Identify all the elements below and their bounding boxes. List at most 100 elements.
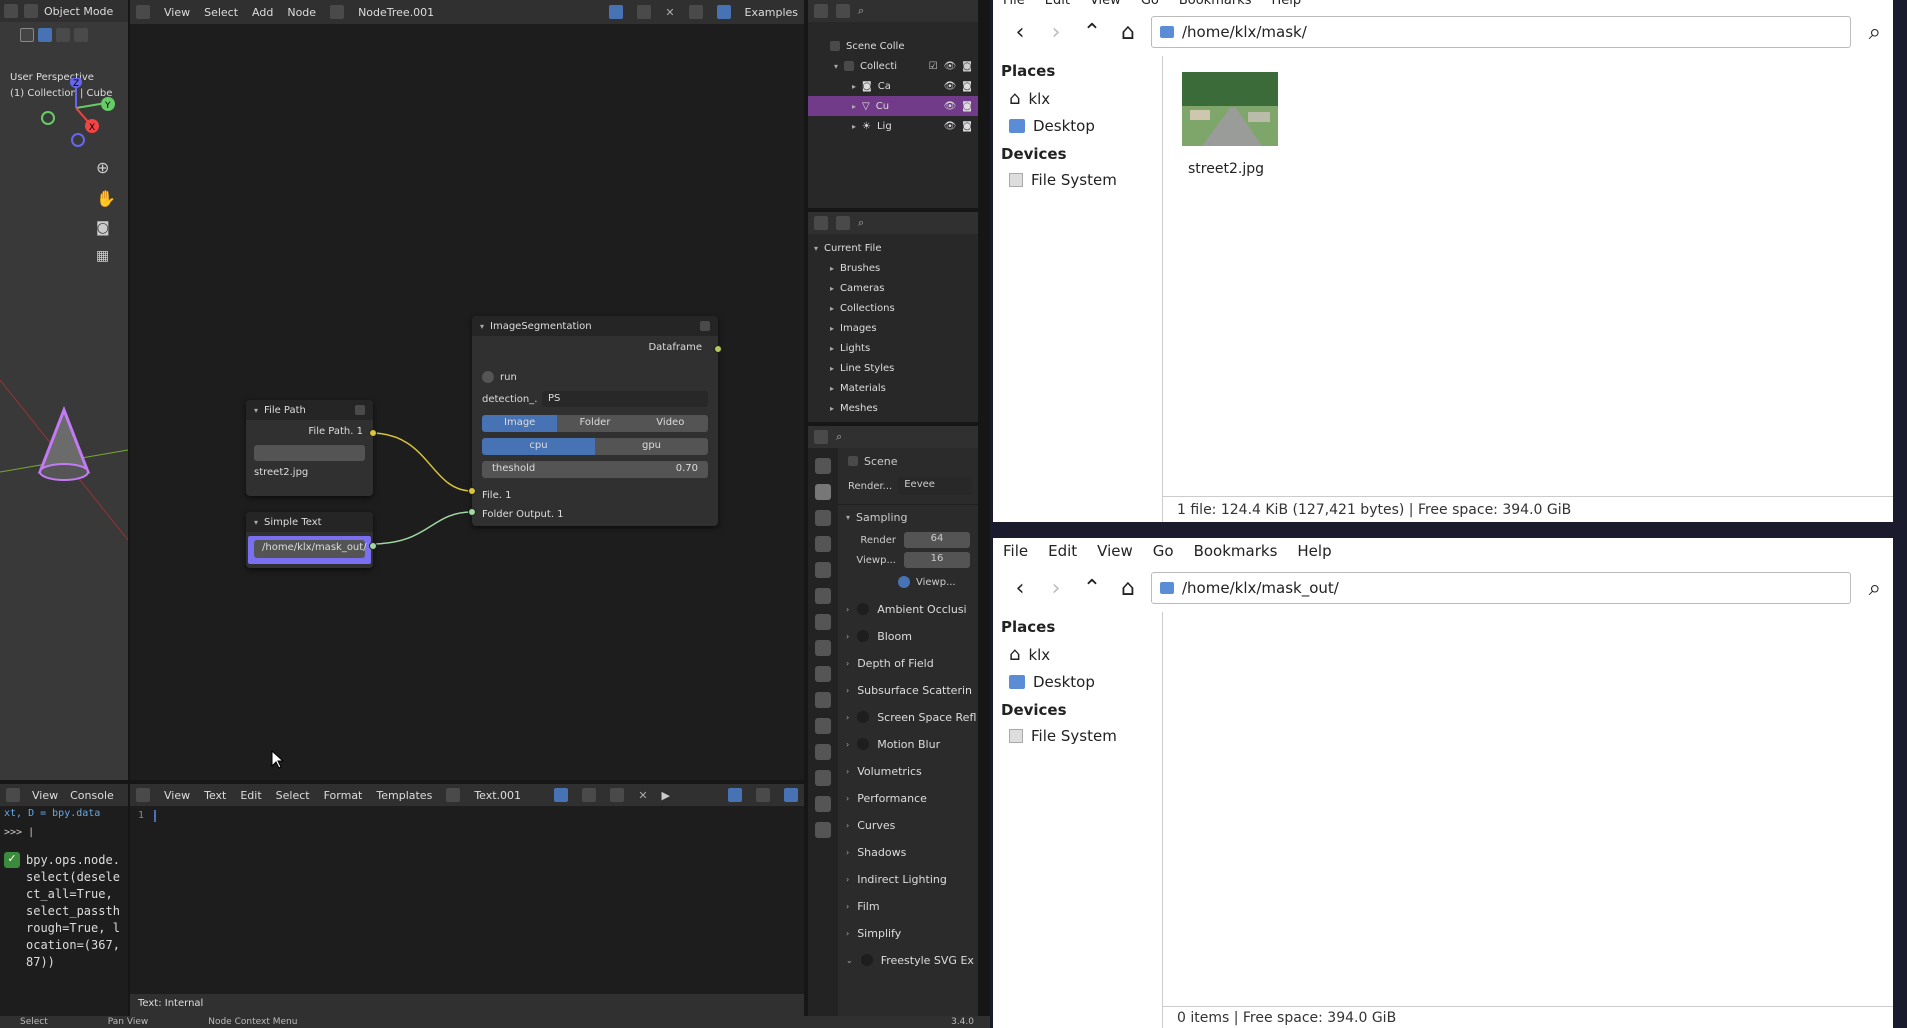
file-item-street2[interactable]: street2.jpg	[1171, 72, 1281, 177]
place-home[interactable]: ⌂ klx	[993, 84, 1162, 113]
camera-icon[interactable]: ◙	[962, 61, 972, 72]
text-editor-type-icon[interactable]	[136, 788, 150, 802]
place-desktop[interactable]: Desktop	[993, 113, 1162, 139]
tool-icon[interactable]	[20, 28, 34, 42]
menu-file[interactable]: File	[1003, 0, 1025, 8]
open-folder-icon[interactable]	[610, 788, 625, 802]
text-line[interactable]: 1	[130, 806, 804, 826]
render-tab-icon[interactable]	[815, 484, 831, 500]
place-desktop[interactable]: Desktop	[993, 669, 1162, 695]
text-datablock-icon[interactable]	[446, 788, 461, 802]
render-samples-field[interactable]: 64	[904, 532, 970, 548]
simple-text-node[interactable]: ▾ Simple Text /home/klx/mask_out/	[246, 512, 377, 568]
hand-pan-icon[interactable]: ✋	[96, 189, 116, 208]
outliner-scene-collection[interactable]: Scene Colle	[808, 36, 978, 56]
viewport-3d[interactable]: Object Mode User Perspective (1) Collect…	[0, 0, 128, 780]
outliner-type-icon[interactable]	[814, 216, 828, 230]
menu-file[interactable]: File	[1003, 542, 1028, 560]
checkbox-icon[interactable]: ☑	[929, 61, 938, 72]
panel-checkbox[interactable]	[857, 630, 870, 642]
panel-bloom[interactable]: › Bloom	[838, 623, 978, 650]
menu-bookmarks[interactable]: Bookmarks	[1179, 0, 1252, 8]
search-icon[interactable]: ⌕	[858, 4, 864, 18]
eye-icon[interactable]: 👁	[944, 81, 957, 92]
text-datablock-name[interactable]: Text.001	[474, 789, 521, 802]
select-box-icon[interactable]	[38, 28, 52, 42]
panel-curves[interactable]: › Curves	[838, 812, 978, 839]
console-prompt[interactable]: >>> |	[0, 821, 128, 844]
display-mode-icon[interactable]	[836, 4, 850, 18]
menu-select[interactable]: Select	[276, 789, 310, 802]
menu-text[interactable]: Text	[204, 789, 226, 802]
data-item-materials[interactable]: ▸ Materials	[808, 378, 978, 398]
object-tab-icon[interactable]	[815, 640, 831, 656]
panel-checkbox[interactable]	[857, 738, 870, 750]
display-mode-icon[interactable]	[836, 216, 850, 230]
panel-film[interactable]: › Film	[838, 893, 978, 920]
zoom-icon[interactable]: ⊕	[96, 158, 116, 177]
address-bar[interactable]: /home/klx/mask_out/	[1151, 572, 1851, 604]
outliner-type-icon[interactable]	[814, 4, 828, 18]
forward-arrow-icon[interactable]: ›	[1043, 20, 1069, 45]
fake-user-shield-icon[interactable]	[554, 788, 569, 802]
menu-edit[interactable]: Edit	[1045, 0, 1070, 8]
menu-format[interactable]: Format	[324, 789, 363, 802]
grid-icon[interactable]: ▦	[96, 248, 116, 264]
outliner[interactable]: ⌕ Scene Colle ▾ Collecti ☑ 👁 ◙ ▸ ◙ Ca 👁 ◙ ▸ ▽ Cu 👁 ◙…	[808, 0, 978, 208]
panel-checkbox[interactable]	[860, 954, 873, 966]
file-browse-button[interactable]	[254, 445, 365, 461]
data-item-lights[interactable]: ▸ Lights	[808, 338, 978, 358]
data-item-collections[interactable]: ▸ Collections	[808, 298, 978, 318]
run-checkbox[interactable]	[482, 371, 494, 383]
search-icon[interactable]: ⌕	[858, 216, 864, 230]
panel-shadows[interactable]: › Shadows	[838, 839, 978, 866]
menu-go[interactable]: Go	[1141, 0, 1159, 8]
current-file-row[interactable]: ▾ Current File	[808, 238, 978, 258]
menu-help[interactable]: Help	[1297, 542, 1331, 560]
simple-text-output-socket[interactable]	[369, 542, 377, 550]
menu-console[interactable]: Console	[70, 789, 114, 802]
select-subtract-icon[interactable]	[74, 28, 88, 42]
console-type-icon[interactable]	[6, 788, 20, 802]
properties-type-icon[interactable]	[814, 430, 828, 444]
panel-indirect-lighting[interactable]: › Indirect Lighting	[838, 866, 978, 893]
close-icon[interactable]: ✕	[638, 789, 647, 802]
modifier-tab-icon[interactable]	[815, 666, 831, 682]
new-text-icon[interactable]	[582, 788, 597, 802]
object-mode-select[interactable]: Object Mode	[44, 5, 113, 18]
tab-cpu[interactable]: cpu	[482, 438, 595, 455]
editor-type-icon[interactable]	[4, 4, 18, 18]
simple-text-field[interactable]: /home/klx/mask_out/	[254, 540, 367, 558]
data-browser[interactable]: ⌕ ▾ Current File ▸ Brushes ▸ Cameras ▸ Colle…	[808, 212, 978, 422]
data-tab-icon[interactable]	[815, 770, 831, 786]
eye-icon[interactable]: 👁	[944, 61, 957, 72]
navigation-gizmo[interactable]: Y X Z	[36, 78, 116, 148]
up-arrow-icon[interactable]: ⌃	[1079, 20, 1105, 45]
data-item-cameras[interactable]: ▸ Cameras	[808, 278, 978, 298]
viewport-denoise-checkbox[interactable]	[898, 576, 910, 588]
world-tab-icon[interactable]	[815, 588, 831, 604]
menu-view[interactable]: View	[1097, 542, 1133, 560]
forward-arrow-icon[interactable]: ›	[1043, 576, 1069, 601]
view-layer-tab-icon[interactable]	[815, 536, 831, 552]
select-extend-icon[interactable]	[56, 28, 70, 42]
folder-input-socket[interactable]	[468, 508, 476, 516]
search-icon[interactable]: ⌕	[1869, 576, 1881, 601]
material-tab-icon[interactable]	[815, 796, 831, 812]
constraints-tab-icon[interactable]	[815, 744, 831, 760]
camera-icon[interactable]: ◙	[96, 220, 116, 236]
eye-icon[interactable]: 👁	[944, 101, 957, 112]
menu-templates[interactable]: Templates	[376, 789, 432, 802]
threshold-slider[interactable]: theshold 0.70	[482, 461, 708, 478]
menu-view[interactable]: View	[164, 789, 190, 802]
panel-freestyle[interactable]: ⌄ Freestyle SVG Ex	[838, 947, 978, 974]
dataframe-output-socket[interactable]	[714, 345, 722, 353]
collection-tab-icon[interactable]	[815, 614, 831, 630]
camera-icon[interactable]: ◙	[962, 101, 972, 112]
outliner-collection[interactable]: ▾ Collecti ☑ 👁 ◙	[808, 56, 978, 76]
panel-checkbox[interactable]	[857, 603, 870, 615]
outliner-item-light[interactable]: ▸ ☀ Lig 👁 ◙	[808, 116, 978, 136]
python-console[interactable]: View Console xt, D = bpy.data >>> | ✓ bpy…	[0, 784, 128, 1016]
panel-subsurface[interactable]: › Subsurface Scatterin	[838, 677, 978, 704]
image-segmentation-node[interactable]: ▾ ImageSegmentation Dataframe run detecti…	[468, 316, 722, 526]
